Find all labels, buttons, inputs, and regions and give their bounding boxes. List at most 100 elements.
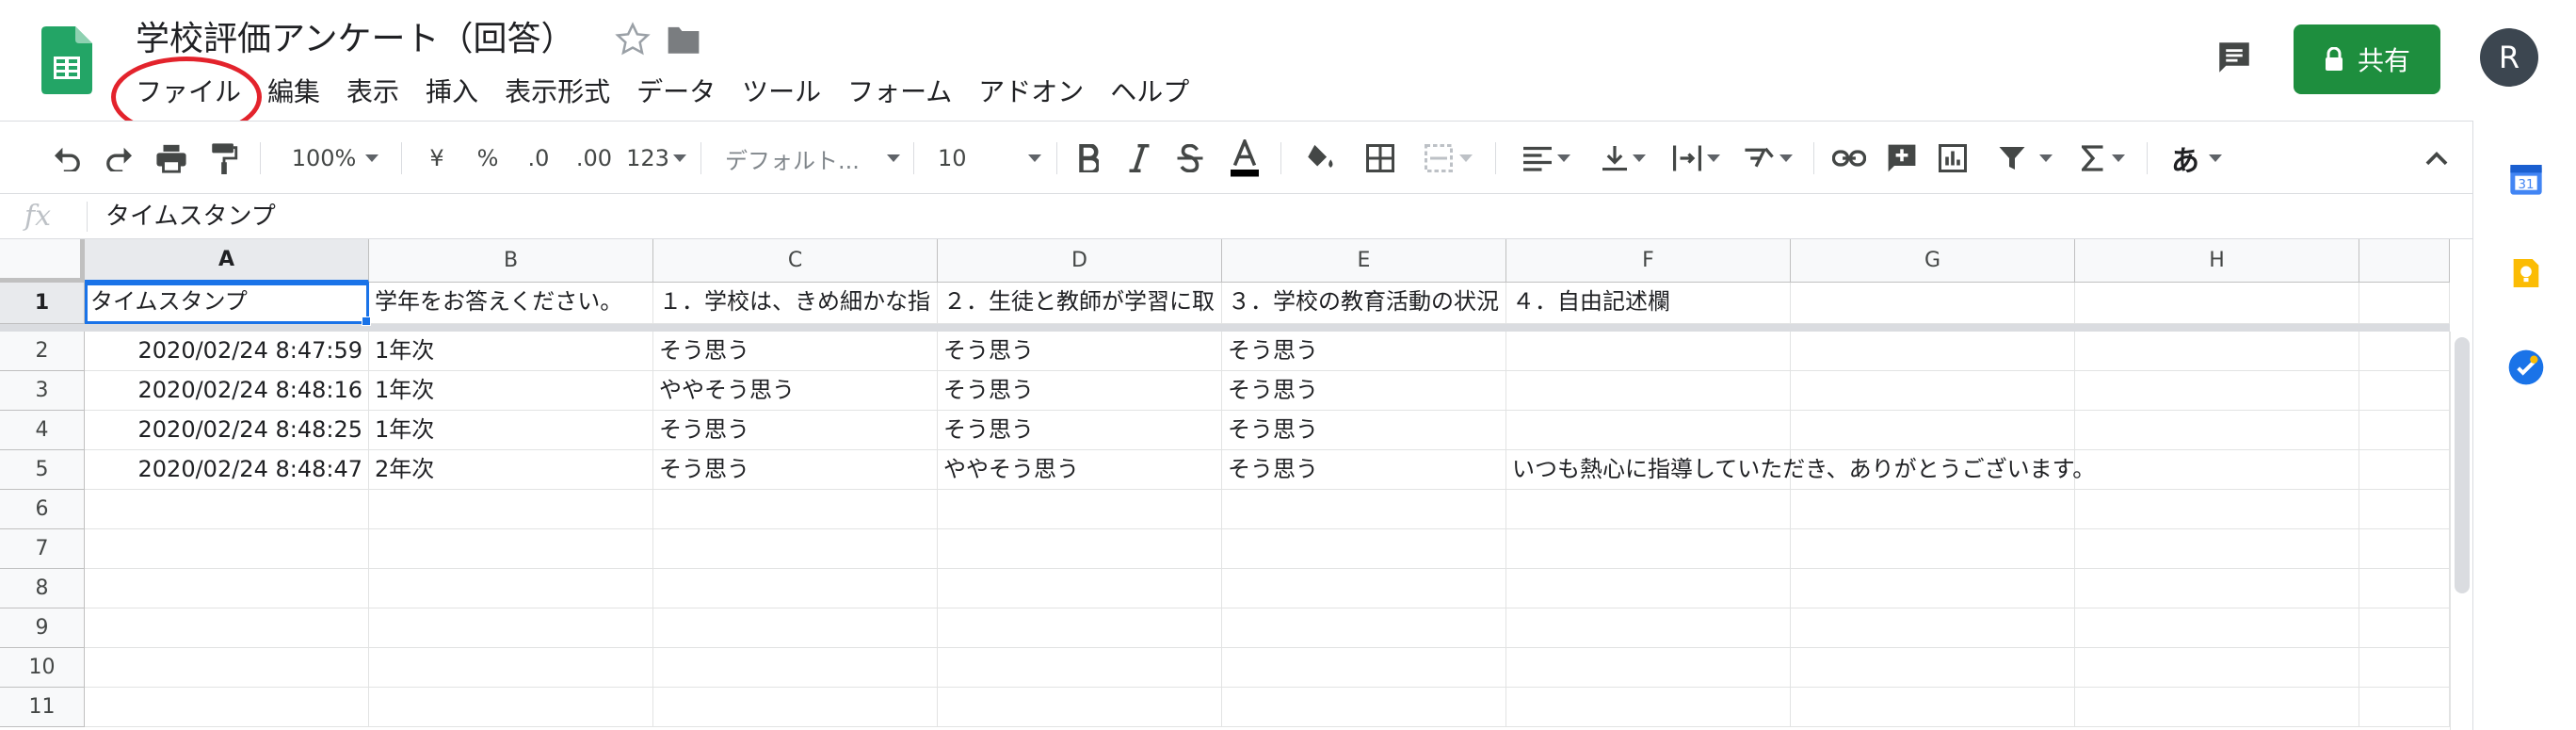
header-cell[interactable]: タイムスタンプ [85,283,369,324]
table-cell[interactable] [2075,648,2359,688]
table-cell[interactable] [2359,411,2450,450]
calendar-icon[interactable]: 31 [2507,160,2545,198]
table-cell[interactable] [1222,608,1506,648]
column-header-f[interactable]: F [1506,239,1791,283]
table-cell[interactable] [1506,490,1791,529]
table-cell[interactable] [653,608,938,648]
table-cell[interactable] [1791,648,2075,688]
table-cell[interactable] [2359,688,2450,727]
table-cell[interactable] [1222,688,1506,727]
font-family-select[interactable]: デフォルト... [725,138,900,178]
strikethrough-button[interactable] [1171,138,1209,178]
table-cell[interactable]: そう思う [653,332,938,371]
table-cell[interactable] [1506,608,1791,648]
table-cell[interactable] [1791,608,2075,648]
merge-cells-button[interactable] [1416,138,1480,178]
table-cell[interactable]: 1年次 [369,411,653,450]
table-cell[interactable] [938,490,1222,529]
currency-format-button[interactable]: ¥ [418,138,456,178]
document-title[interactable]: 学校評価アンケート（回答） [136,15,575,64]
table-cell[interactable] [1791,490,2075,529]
table-cell[interactable] [1222,529,1506,569]
zoom-select[interactable]: 100% [279,138,392,178]
keep-icon[interactable] [2507,254,2545,292]
insert-chart-button[interactable] [1934,138,1972,178]
table-cell[interactable] [369,608,653,648]
table-cell[interactable]: そう思う [653,411,938,450]
table-cell[interactable]: ややそう思う [938,450,1222,490]
comment-history-icon[interactable] [2214,38,2254,77]
menu-file[interactable]: ファイル [122,70,254,115]
percent-format-button[interactable]: % [469,138,507,178]
table-cell[interactable]: 1年次 [369,371,653,411]
menu-data[interactable]: データ [623,70,729,115]
header-cell[interactable]: １．学校は、きめ細かな指 [653,283,938,324]
table-cell[interactable] [1506,529,1791,569]
input-tools-button[interactable]: あ [2164,138,2230,178]
table-cell[interactable] [369,688,653,727]
table-cell[interactable] [2075,569,2359,608]
select-all-corner[interactable] [0,239,85,283]
table-cell[interactable] [1506,648,1791,688]
header-cell[interactable]: ２．生徒と教師が学習に取 [938,283,1222,324]
header-cell[interactable] [1791,283,2075,324]
borders-button[interactable] [1360,138,1401,178]
functions-button[interactable] [2071,138,2135,178]
menu-help[interactable]: ヘルプ [1097,70,1202,115]
undo-button[interactable] [47,138,89,178]
table-cell[interactable] [2075,332,2359,371]
table-cell[interactable]: 2020/02/24 8:47:59 [85,332,369,371]
table-cell[interactable] [85,569,369,608]
table-cell[interactable]: ややそう思う [653,371,938,411]
redo-button[interactable] [98,138,139,178]
table-cell[interactable] [1222,648,1506,688]
text-color-button[interactable] [1224,138,1265,178]
table-cell[interactable] [369,529,653,569]
table-cell[interactable]: 2020/02/24 8:48:47 [85,450,369,490]
menu-edit[interactable]: 編集 [254,70,333,115]
table-cell[interactable] [1791,411,2075,450]
table-cell[interactable]: 1年次 [369,332,653,371]
scrollbar-thumb[interactable] [2455,337,2470,593]
table-cell[interactable] [85,648,369,688]
table-cell[interactable] [2359,450,2450,490]
table-cell[interactable] [1506,688,1791,727]
table-cell[interactable] [1506,569,1791,608]
table-cell[interactable]: そう思う [1222,450,1506,490]
table-cell[interactable]: 2020/02/24 8:48:16 [85,371,369,411]
table-cell[interactable] [938,608,1222,648]
table-cell[interactable]: 2年次 [369,450,653,490]
table-cell[interactable] [938,529,1222,569]
header-cell[interactable]: ３．学校の教育活動の状況 [1222,283,1506,324]
header-cell[interactable]: 学年をお答えください。 [369,283,653,324]
table-cell[interactable] [1791,371,2075,411]
table-cell[interactable] [653,490,938,529]
table-cell[interactable] [1791,688,2075,727]
fill-color-button[interactable] [1299,138,1341,178]
menu-form[interactable]: フォーム [834,70,965,115]
account-avatar[interactable]: R [2480,28,2538,87]
table-cell[interactable] [2359,283,2450,324]
row-header-5[interactable]: 5 [0,450,85,490]
tasks-icon[interactable] [2507,349,2545,386]
table-cell[interactable] [85,608,369,648]
table-cell[interactable] [938,648,1222,688]
table-cell[interactable]: そう思う [653,450,938,490]
table-cell[interactable] [1791,569,2075,608]
table-cell[interactable] [653,529,938,569]
text-wrap-button[interactable] [1666,138,1727,178]
header-cell[interactable] [2075,283,2359,324]
table-cell[interactable] [2359,569,2450,608]
table-cell[interactable] [1791,529,2075,569]
horizontal-align-button[interactable] [1518,138,1576,178]
table-cell[interactable]: いつも熱心に指導していただき、ありがとうございます。 [1506,450,2095,490]
collapse-toolbar-button[interactable] [2416,138,2457,178]
table-cell[interactable] [2359,648,2450,688]
table-cell[interactable] [2075,688,2359,727]
table-cell[interactable]: そう思う [1222,371,1506,411]
share-button[interactable]: 共有 [2294,24,2440,94]
table-cell[interactable]: そう思う [938,411,1222,450]
table-cell[interactable] [938,688,1222,727]
table-cell[interactable] [2075,529,2359,569]
table-cell[interactable] [369,490,653,529]
